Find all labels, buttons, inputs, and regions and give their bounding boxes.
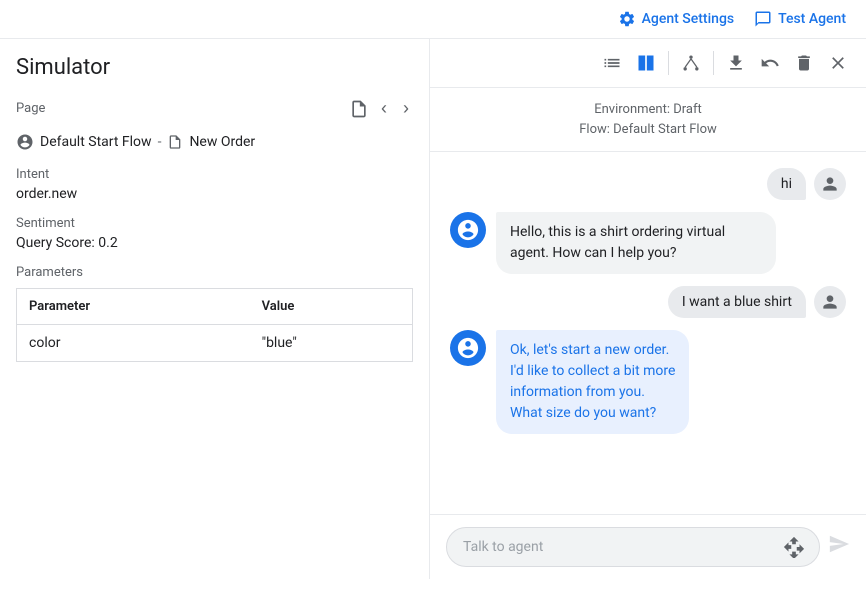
- env-line1: Environment: Draft: [442, 100, 854, 120]
- send-button[interactable]: [828, 533, 850, 561]
- page-icon: [167, 134, 183, 150]
- agent-message-2: Ok, let's start a new order.I'd like to …: [450, 330, 846, 434]
- value-header: Value: [250, 289, 413, 325]
- agent-settings-button[interactable]: Agent Settings: [618, 10, 734, 28]
- left-panel: Simulator Page ‹ › Default Start Flow -: [0, 39, 430, 579]
- input-import-icon: [783, 536, 805, 558]
- undo-button[interactable]: [754, 47, 786, 79]
- page-section: Page ‹ ›: [16, 96, 413, 121]
- param-cell: color: [17, 325, 250, 362]
- value-cell: "blue": [250, 325, 413, 362]
- chat-input-placeholder: Talk to agent: [463, 539, 543, 555]
- toolbar-divider-1: [668, 51, 669, 75]
- main-layout: Simulator Page ‹ › Default Start Flow -: [0, 39, 866, 579]
- user-avatar-2: [814, 286, 846, 318]
- prev-page-button[interactable]: ‹: [377, 96, 391, 121]
- top-bar: Agent Settings Test Agent: [0, 0, 866, 39]
- intent-label: Intent: [16, 167, 413, 182]
- page-nav: ‹ ›: [349, 96, 413, 121]
- parameters-table: Parameter Value color "blue": [16, 288, 413, 362]
- agent-bubble-2: Ok, let's start a new order.I'd like to …: [496, 330, 689, 434]
- table-row: color "blue": [17, 325, 413, 362]
- user-message-2: I want a blue shirt: [450, 286, 846, 318]
- env-info: Environment: Draft Flow: Default Start F…: [430, 88, 866, 152]
- chat-input-wrapper[interactable]: Talk to agent: [446, 527, 820, 567]
- next-page-button[interactable]: ›: [399, 96, 413, 121]
- intent-value: order.new: [16, 186, 413, 202]
- delete-button[interactable]: [788, 47, 820, 79]
- list-view-button[interactable]: [596, 47, 628, 79]
- parameters-label: Parameters: [16, 265, 413, 280]
- page-label: Page: [16, 101, 45, 116]
- sentiment-label: Sentiment: [16, 216, 413, 231]
- param-header: Parameter: [17, 289, 250, 325]
- env-line2: Flow: Default Start Flow: [442, 120, 854, 140]
- user-message-1: hi: [450, 168, 846, 200]
- user-bubble-2: I want a blue shirt: [668, 286, 806, 318]
- flow-icon: [16, 133, 34, 151]
- close-button[interactable]: [822, 47, 854, 79]
- agent-bubble-1: Hello, this is a shirt ordering virtual …: [496, 212, 776, 274]
- node-view-button[interactable]: [675, 47, 707, 79]
- flow-name: Default Start Flow: [40, 134, 152, 150]
- flow-separator: -: [158, 134, 162, 150]
- agent-avatar-1: [450, 212, 486, 248]
- page-name: New Order: [189, 134, 255, 150]
- test-agent-button[interactable]: Test Agent: [754, 10, 846, 28]
- agent-settings-label: Agent Settings: [642, 11, 734, 27]
- chat-area: hi Hello, this is a shirt ordering virtu…: [430, 152, 866, 514]
- split-view-button[interactable]: [630, 47, 662, 79]
- toolbar-divider-2: [713, 51, 714, 75]
- chat-input-area: Talk to agent: [430, 514, 866, 579]
- document-icon: [349, 99, 369, 119]
- right-panel: Environment: Draft Flow: Default Start F…: [430, 39, 866, 579]
- query-score: Query Score: 0.2: [16, 235, 413, 251]
- agent-avatar-2: [450, 330, 486, 366]
- agent-bubble-2-text: Ok, let's start a new order.I'd like to …: [510, 340, 675, 424]
- simulator-title: Simulator: [16, 55, 413, 80]
- user-avatar-1: [814, 168, 846, 200]
- flow-info: Default Start Flow - New Order: [16, 133, 413, 151]
- user-bubble-1: hi: [767, 168, 806, 200]
- export-button[interactable]: [720, 47, 752, 79]
- test-agent-label: Test Agent: [778, 11, 846, 27]
- agent-message-1: Hello, this is a shirt ordering virtual …: [450, 212, 846, 274]
